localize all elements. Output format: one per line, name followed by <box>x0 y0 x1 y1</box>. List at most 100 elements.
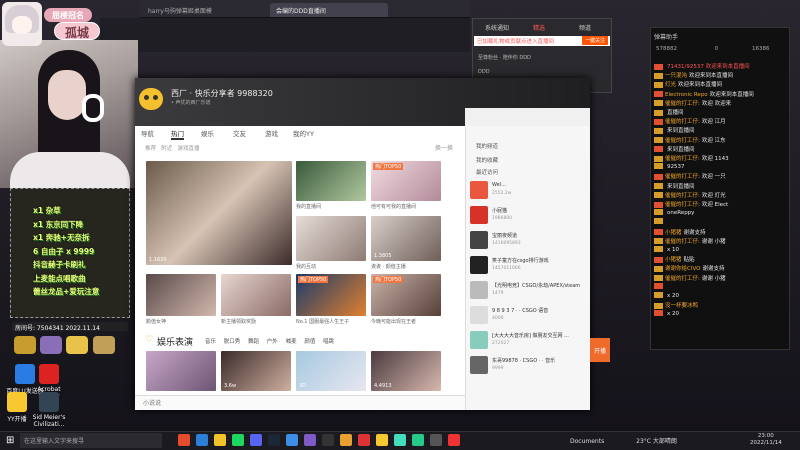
gift-line: 上麦能点唱歌曲 <box>33 273 86 283</box>
stream-card[interactable]: 3D <box>296 351 366 391</box>
section-tab[interactable]: 户外 <box>267 339 278 345</box>
section-tab[interactable]: 舞蹈 <box>248 339 259 345</box>
section-tab[interactable]: 喊麦 <box>286 339 297 345</box>
tab-my-yy[interactable]: 我的YY <box>293 128 314 138</box>
recommend-item[interactable]: 东哥99878 · CSGO · · 音乐 9999 <box>468 354 586 376</box>
yy-tab[interactable]: 系统通知 <box>485 23 509 32</box>
stream-card[interactable]: 3.6w <box>221 351 291 391</box>
app-icon[interactable] <box>340 434 352 446</box>
chat-username[interactable]: 没一杯要冰鸭 <box>665 303 698 309</box>
stream-card[interactable] <box>221 274 291 316</box>
recommend-item[interactable]: 笑子童方在csgo排行游戏 1457011666 <box>468 254 586 276</box>
chat-username[interactable]: 催催的打工仔: <box>665 138 700 144</box>
go-live-button[interactable]: 开播 <box>590 338 610 362</box>
tab-entertainment[interactable]: 娱乐 <box>201 128 214 138</box>
yy-icon[interactable] <box>376 434 388 446</box>
app-icon[interactable] <box>304 434 316 446</box>
recommend-item[interactable]: 9 8 9 3 7 · · CSGO 语音 4000 <box>468 304 586 326</box>
follow-all-button[interactable]: 一键关注 <box>582 36 609 45</box>
tab-nav[interactable]: 导航 <box>141 128 154 138</box>
stream-card[interactable] <box>296 216 366 261</box>
level-badge-icon <box>654 146 663 153</box>
yy-tab[interactable]: 频道 <box>579 23 591 32</box>
chat-username[interactable]: 催催的打工仔: <box>665 239 700 245</box>
windows-start-icon[interactable]: ⊞ <box>6 435 14 446</box>
chat-username[interactable]: 灯光 <box>665 82 676 88</box>
chat-text: 欢迎 欢迎来 <box>701 100 732 107</box>
yy-tab[interactable]: 精选 <box>533 23 545 32</box>
stream-card[interactable]: 1.3805 <box>371 216 441 261</box>
channel-thumbnail <box>470 356 488 374</box>
stream-card[interactable]: 热门TOP50 <box>371 161 441 201</box>
app-icon[interactable] <box>394 434 406 446</box>
app-icon[interactable] <box>412 434 424 446</box>
app-icon[interactable] <box>430 434 442 446</box>
chat-username[interactable]: 催催的打工仔: <box>665 202 700 208</box>
featured-stream-card[interactable]: 1.1620 <box>146 161 292 265</box>
bottom-search-input[interactable] <box>143 398 263 408</box>
recommend-item[interactable]: [大大大大音乐房] 做朋友交互网 ... 272027 <box>468 329 586 351</box>
recommend-item[interactable]: 宝丽夜频道 1416095893 <box>468 229 586 251</box>
discord-icon[interactable] <box>250 434 262 446</box>
chat-message: 来到直播间 <box>654 126 788 135</box>
taskbar-clock[interactable]: 23:00 2022/11/14 <box>750 433 782 447</box>
browser-tab[interactable]: harry马驹弹幕姬桌面模 <box>142 3 262 17</box>
tab-games[interactable]: 游戏 <box>265 128 278 138</box>
subnav-item[interactable]: 推荐 <box>145 146 156 152</box>
desktop-shortcut[interactable]: Sid Meier's Civilizati... <box>26 392 72 428</box>
documents-label[interactable]: Documents <box>570 438 604 445</box>
level-badge-icon <box>654 72 663 79</box>
app-icon[interactable] <box>286 434 298 446</box>
channel-id: 1457011666 <box>492 266 521 271</box>
stream-card[interactable] <box>146 351 216 391</box>
stream-card[interactable]: 4.4913 <box>371 351 441 391</box>
chat-username[interactable]: 催催的打工仔: <box>665 174 700 180</box>
folder-icon[interactable] <box>214 434 226 446</box>
refresh-button[interactable]: 换一换 <box>435 143 453 152</box>
stream-card[interactable] <box>296 161 366 201</box>
stream-card[interactable] <box>146 274 216 316</box>
chat-username[interactable]: 催催的打工仔: <box>665 193 700 199</box>
chat-username[interactable]: 催催的打工仔: <box>665 119 700 125</box>
recommend-item[interactable]: 【光明电竞】CSGO/永劫/APEX/steam 1479 <box>468 279 586 301</box>
chat-username[interactable]: 小猪猪 <box>665 230 682 236</box>
yy-user[interactable]: 至尊粉丝 · 陪伴你 DDD <box>478 54 531 61</box>
chat-message: 催催的打工仔: 谢谢 小猪 <box>654 274 788 283</box>
chat-username[interactable]: 催催的打工仔: <box>665 101 700 107</box>
recommend-item[interactable]: 小屁猫 1986800 <box>468 204 586 226</box>
streamer-webcam <box>0 40 138 188</box>
subnav-item[interactable]: 附近 <box>161 146 172 152</box>
taskbar-search[interactable]: 在这里输入文字来搜寻 <box>20 433 162 448</box>
chat-username[interactable]: 催催的打工仔: <box>665 276 700 282</box>
section-tab[interactable]: 唱跳 <box>323 339 334 345</box>
subnav-item[interactable]: 游戏直播 <box>178 146 200 152</box>
chat-username[interactable]: 催催的打工仔: <box>665 156 700 162</box>
obs-icon[interactable] <box>322 434 334 446</box>
chat-username[interactable]: 小猪猪 <box>665 257 682 263</box>
weather-widget[interactable]: 23°C 大部晴朗 <box>636 438 677 445</box>
stream-card[interactable]: 热门TOP50 <box>296 274 366 316</box>
edge-icon[interactable] <box>196 434 208 446</box>
tab-social[interactable]: 交友 <box>233 128 246 138</box>
section-tab[interactable]: 脱口秀 <box>224 339 241 345</box>
chat-username[interactable]: Electronic Repo <box>665 92 708 98</box>
chat-username[interactable]: 谢谢你给CIVO <box>665 266 700 272</box>
app-icon[interactable] <box>358 434 370 446</box>
yy-user[interactable]: DDD <box>478 69 490 75</box>
level-badge-icon <box>654 292 663 298</box>
recommend-item[interactable]: Wel... 2552.2w <box>468 179 586 201</box>
my-channel-link[interactable]: 我的频道 <box>476 142 498 150</box>
chat-username[interactable]: 一只混沌 <box>665 73 687 79</box>
section-tab[interactable]: 颜值 <box>304 339 315 345</box>
section-tab[interactable]: 音乐 <box>205 339 216 345</box>
steam-icon[interactable] <box>268 434 280 446</box>
tab-hot[interactable]: 热门 <box>171 128 184 140</box>
stream-card[interactable]: 热门TOP50 <box>371 274 441 316</box>
browser-tab-active[interactable]: 会编的DDD直播间 <box>270 3 388 17</box>
recent-visits-link[interactable]: 最近访问 <box>476 168 498 176</box>
my-favorites-link[interactable]: 我的收藏 <box>476 156 498 164</box>
stream-caption: 颜值女神 <box>146 319 167 325</box>
spotify-icon[interactable] <box>232 434 244 446</box>
chrome-icon[interactable] <box>178 434 190 446</box>
app-icon[interactable] <box>448 434 460 446</box>
